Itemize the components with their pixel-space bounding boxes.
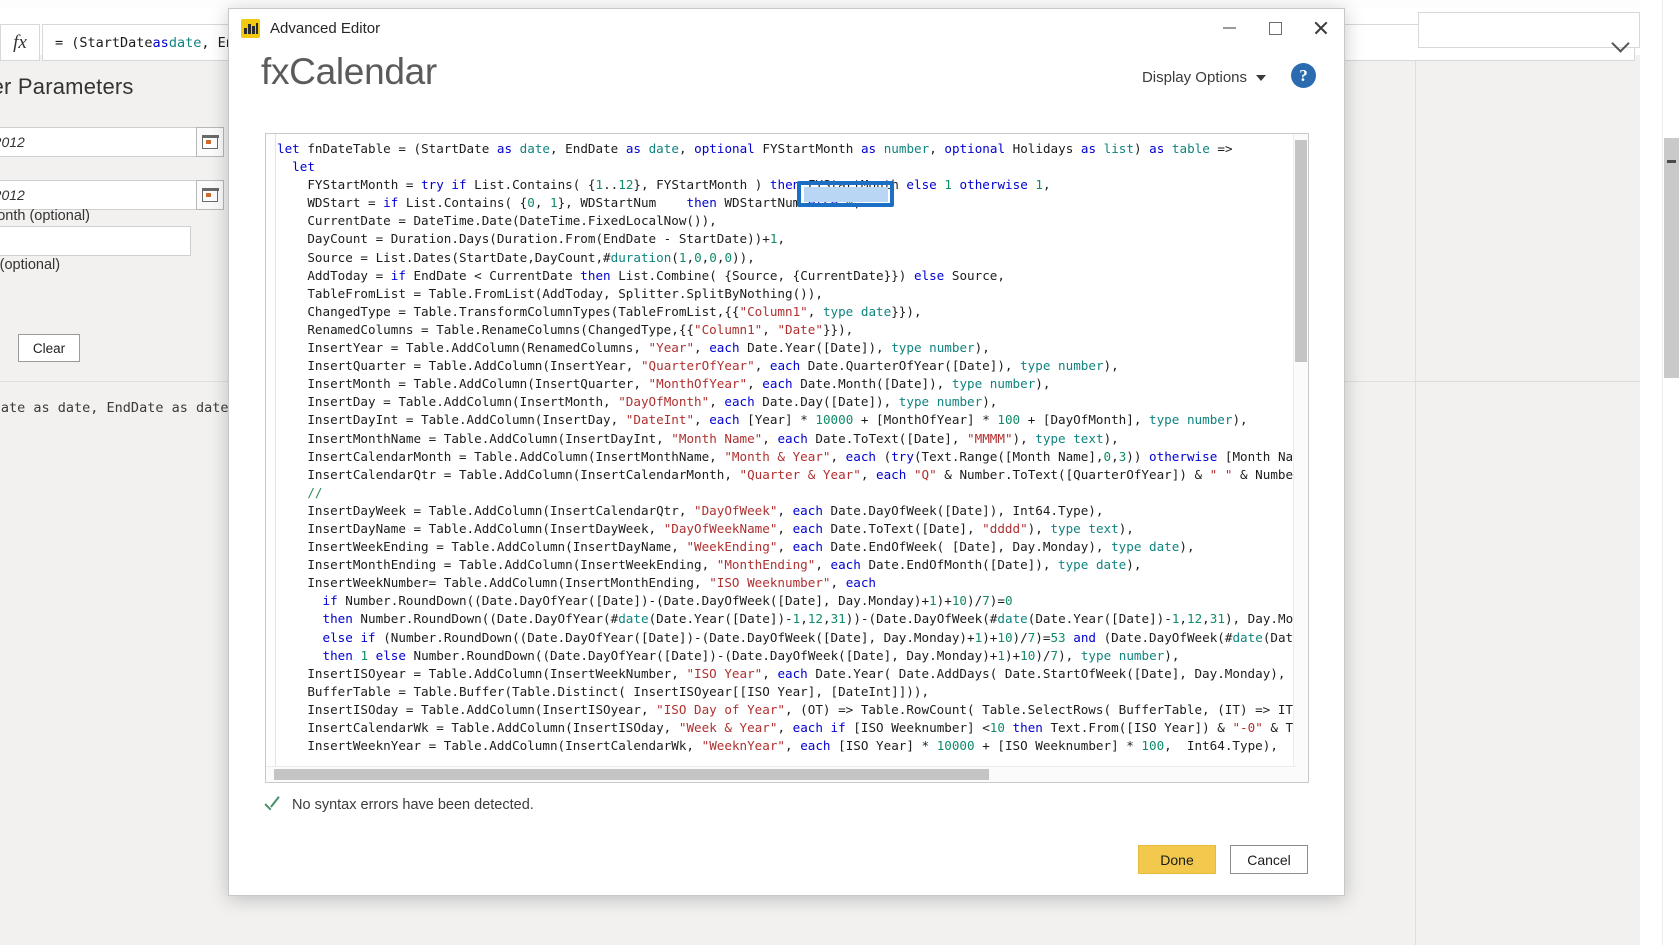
status-message: No syntax errors have been detected. xyxy=(292,797,534,813)
right-pane-divider xyxy=(1416,381,1640,382)
start-date-input[interactable]: 21-3-2012 xyxy=(0,127,210,157)
parameters-title: Enter Parameters xyxy=(0,74,134,99)
end-date-calendar-button[interactable] xyxy=(196,180,224,210)
maximize-icon xyxy=(1268,21,1282,35)
code-hscroll-thumb[interactable] xyxy=(274,769,989,780)
right-pane-dropdown[interactable] xyxy=(1418,12,1640,53)
fx-icon[interactable]: fx xyxy=(0,24,40,61)
calendar-icon xyxy=(201,134,219,149)
code-vertical-scrollbar[interactable] xyxy=(1293,134,1308,782)
code-editor[interactable]: let fnDateTable = (StartDate as date, En… xyxy=(265,133,1309,783)
cancel-button[interactable]: Cancel xyxy=(1230,845,1308,874)
minimize-icon xyxy=(1222,27,1236,29)
maximize-button[interactable] xyxy=(1252,9,1298,47)
formula-kw-as-1: as xyxy=(152,34,169,51)
code-vscroll-thumb[interactable] xyxy=(1295,140,1307,362)
scrollbar-thumb[interactable] xyxy=(1664,138,1679,378)
minimize-button[interactable] xyxy=(1206,9,1252,47)
query-name: fxCalendar xyxy=(261,51,437,92)
display-options-button[interactable]: Display Options xyxy=(1142,69,1266,86)
dialog-title: Advanced Editor xyxy=(270,19,381,37)
dialog-titlebar: Advanced Editor xyxy=(229,9,1344,47)
checkmark-icon xyxy=(265,799,282,811)
start-date-calendar-button[interactable] xyxy=(196,127,224,157)
fystartmonth-label: FYStartMonth (optional) xyxy=(0,208,90,224)
code-text[interactable]: let fnDateTable = (StartDate as date, En… xyxy=(277,140,1308,755)
power-bi-icon xyxy=(241,18,260,38)
formula-type-date-1: date xyxy=(168,34,202,51)
dialog-footer: Done Cancel xyxy=(1138,845,1308,874)
status-bar: No syntax errors have been detected. xyxy=(265,797,534,813)
right-pane xyxy=(1416,55,1660,945)
help-icon[interactable]: ? xyxy=(1291,63,1316,88)
close-button[interactable] xyxy=(1298,9,1344,47)
advanced-editor-dialog: Advanced Editor fxCalendar Display Optio… xyxy=(228,8,1345,896)
code-horizontal-scrollbar[interactable] xyxy=(266,766,1296,782)
dialog-header: fxCalendar Display Options ? xyxy=(229,47,1344,115)
vertical-scrollbar[interactable] xyxy=(1662,0,1680,945)
calendar-icon xyxy=(201,187,219,202)
window-controls xyxy=(1206,9,1344,47)
top-strip xyxy=(0,0,1680,8)
done-button[interactable]: Done xyxy=(1138,845,1216,874)
close-icon xyxy=(1313,20,1329,36)
chevron-down-icon xyxy=(1256,74,1266,81)
display-options-label: Display Options xyxy=(1141,69,1247,86)
end-date-input[interactable]: 21-3-2012 xyxy=(0,180,210,210)
formula-text-prefix: = (StartDate xyxy=(55,34,153,51)
annotation-highlight-box xyxy=(797,181,894,207)
holidays-label: Holidays (optional) xyxy=(0,257,61,273)
clear-button[interactable]: Clear xyxy=(18,334,80,362)
fystartmonth-input[interactable]: 123 xyxy=(0,226,191,256)
scrollbar-marker xyxy=(1667,160,1676,163)
editor-gutter xyxy=(266,134,276,782)
